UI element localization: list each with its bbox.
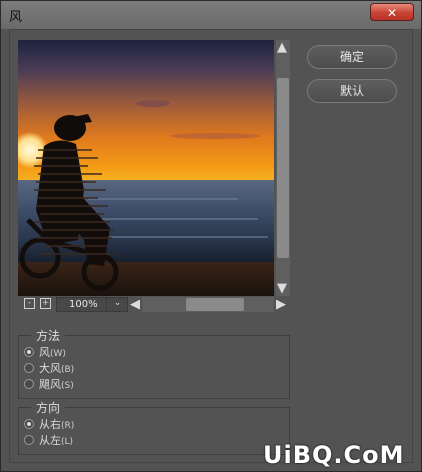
direction-option-from-right[interactable]: 从右(R) — [24, 418, 74, 432]
zoom-in-button[interactable]: + — [40, 298, 51, 309]
window-title: 风 — [9, 10, 23, 25]
zoom-out-button[interactable]: - — [24, 298, 35, 309]
method-group: 方法 风(W) 大风(B) 飓风(S) — [18, 327, 290, 399]
radio-icon[interactable] — [24, 435, 34, 445]
zoom-level-value: 100% — [69, 299, 98, 310]
radio-selected-icon[interactable] — [24, 419, 34, 429]
radio-icon[interactable] — [24, 379, 34, 389]
preview-silhouette — [19, 114, 119, 291]
preview-horizontal-scrollbar[interactable] — [142, 297, 274, 312]
default-button[interactable]: 默认 — [307, 79, 397, 103]
method-option-blast[interactable]: 大风(B) — [24, 362, 74, 376]
preview-vertical-scrollbar[interactable]: ▲ ▼ — [276, 40, 290, 296]
method-option-wind[interactable]: 风(W) — [24, 346, 66, 360]
scroll-up-icon[interactable]: ▲ — [277, 41, 287, 54]
method-option-stagger[interactable]: 飓风(S) — [24, 378, 74, 392]
direction-group-label: 方向 — [31, 399, 66, 416]
vertical-scroll-thumb[interactable] — [277, 78, 289, 258]
close-button[interactable]: ✕ — [370, 3, 414, 21]
ok-button[interactable]: 确定 — [307, 45, 397, 69]
scroll-right-icon[interactable]: ▶ — [276, 298, 286, 311]
scroll-left-icon[interactable]: ◀ — [130, 298, 140, 311]
watermark-logo: UiBQ.CoM — [263, 441, 405, 469]
dialog-body: ▲ ▼ - + 100% ⌄ ◀ ▶ 确定 默认 方法 风(W) 大风(B) 飓… — [9, 29, 413, 465]
zoom-controls: - + 100% ⌄ ◀ ▶ — [18, 297, 290, 313]
horizontal-scroll-thumb[interactable] — [186, 298, 244, 311]
direction-option-from-left[interactable]: 从左(L) — [24, 434, 73, 448]
radio-selected-icon[interactable] — [24, 347, 34, 357]
wind-filter-dialog: 风 ✕ ▲ ▼ - + 100% ⌄ ◀ ▶ 确定 默认 方法 风(W) 大风(… — [0, 0, 422, 472]
method-group-label: 方法 — [31, 327, 66, 344]
zoom-dropdown-icon[interactable]: ⌄ — [106, 297, 128, 312]
title-bar[interactable]: 风 ✕ — [1, 1, 421, 29]
scroll-down-icon[interactable]: ▼ — [277, 282, 287, 295]
direction-group: 方向 从右(R) 从左(L) — [18, 399, 290, 455]
filter-preview-image[interactable] — [18, 40, 274, 296]
radio-icon[interactable] — [24, 363, 34, 373]
